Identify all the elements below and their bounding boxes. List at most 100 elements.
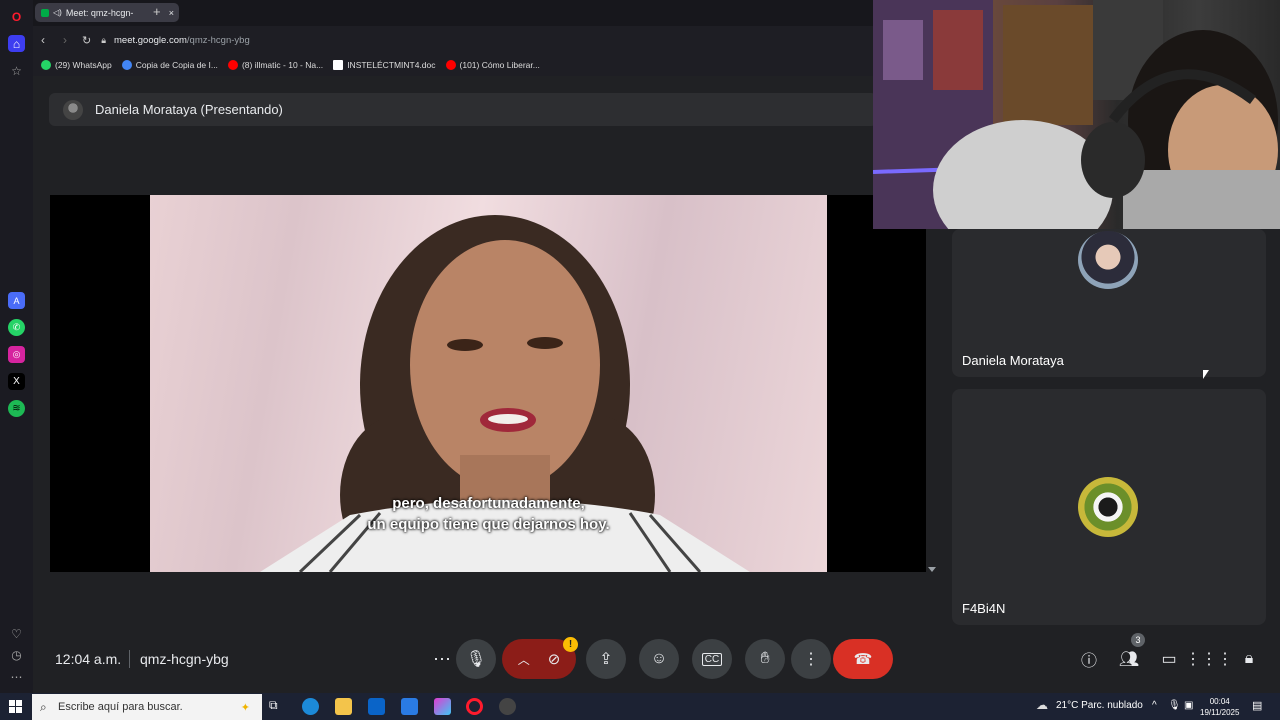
whatsapp-favicon-icon bbox=[41, 60, 51, 70]
chat-icon: ▭ bbox=[1161, 651, 1177, 668]
microphone-tray-icon[interactable]: 🎙︎ bbox=[1168, 700, 1181, 711]
ai-icon[interactable]: A bbox=[8, 292, 25, 309]
x-icon[interactable]: X bbox=[8, 373, 25, 390]
forward-icon[interactable]: › bbox=[63, 33, 67, 47]
avatar bbox=[1078, 477, 1138, 537]
tab-title: Meet: qmz-hcgn- bbox=[65, 7, 134, 18]
scrollbar[interactable] bbox=[928, 228, 936, 572]
bookmark-label: (101) Cómo Liberar... bbox=[459, 60, 540, 70]
docs-favicon-icon bbox=[121, 60, 132, 70]
weather-icon: ☁ bbox=[1036, 698, 1048, 712]
bookmark-item[interactable]: (101) Cómo Liberar... bbox=[445, 60, 540, 70]
lock-icon[interactable]: 🔒︎ bbox=[101, 35, 106, 46]
copilot-icon[interactable] bbox=[434, 698, 451, 715]
file-explorer-icon[interactable] bbox=[335, 698, 352, 715]
microphone-icon: 🎙︎ bbox=[465, 651, 487, 668]
webcam-image bbox=[873, 0, 1280, 229]
bookmark-label: (8) illmatic - 10 - Na... bbox=[241, 60, 324, 70]
tray-clock[interactable]: 00:04 19/11/2025 bbox=[1200, 696, 1239, 718]
bookmark-item[interactable]: Copia de Copia de I... bbox=[121, 60, 218, 70]
more-actions-button[interactable]: ⋮ bbox=[791, 639, 831, 679]
bookmark-item[interactable]: INSTELÉCTMINT4.doc bbox=[333, 60, 436, 70]
tray-time: 00:04 bbox=[1209, 697, 1230, 706]
home-icon[interactable]: ⌂ bbox=[8, 35, 25, 52]
store-icon[interactable] bbox=[401, 698, 418, 715]
activities-button[interactable]: ⋮⋮⋮ bbox=[1185, 648, 1233, 670]
presenter-bar: Daniela Morataya (Presentando) bbox=[49, 93, 877, 126]
chevron-up-icon[interactable]: ^ bbox=[1152, 700, 1157, 711]
youtube-favicon-icon bbox=[445, 60, 456, 70]
network-icon[interactable]: ▣ bbox=[1184, 700, 1193, 711]
participant-name: Daniela Morataya bbox=[962, 353, 1064, 368]
task-view-icon[interactable]: ⧉ bbox=[269, 698, 286, 715]
star-icon[interactable]: ☆ bbox=[8, 62, 25, 79]
info-icon: ⓘ bbox=[1080, 653, 1097, 670]
tab-strip: ◁) Meet: qmz-hcgn- × + bbox=[33, 0, 873, 26]
warning-badge: ! bbox=[563, 637, 578, 652]
subtitle-line: pero, desafortunadamente, bbox=[392, 495, 585, 512]
edge-icon[interactable] bbox=[302, 698, 319, 715]
bookmark-label: (29) WhatsApp bbox=[55, 60, 112, 70]
bookmarks-bar: (29) WhatsApp Copia de Copia de I... (8)… bbox=[33, 54, 873, 76]
tray-date: 19/11/2025 bbox=[1200, 708, 1240, 717]
history-icon[interactable]: ◷ bbox=[8, 646, 25, 663]
bookmark-item[interactable]: (29) WhatsApp bbox=[41, 60, 112, 70]
address-bar-row: ‹ › ↻ 🔒︎ meet.google.com/qmz-hcgn-ybg bbox=[33, 26, 873, 54]
participant-tile[interactable]: Daniela Morataya bbox=[952, 229, 1266, 377]
participant-tile[interactable]: F4Bi4N bbox=[952, 389, 1266, 625]
camera-off-icon: ⊘ bbox=[547, 651, 561, 668]
spotify-icon[interactable]: ≋ bbox=[8, 400, 25, 417]
divider bbox=[129, 650, 130, 668]
weather-text[interactable]: 21°C Parc. nublado bbox=[1056, 700, 1143, 711]
meeting-info-button[interactable]: ⓘ bbox=[1078, 648, 1100, 670]
instagram-icon[interactable]: ◎ bbox=[8, 346, 25, 363]
host-controls-button[interactable]: 🔒︎ bbox=[1238, 648, 1260, 670]
present-screen-button[interactable]: ⇪ bbox=[586, 639, 626, 679]
reactions-button[interactable]: ☺ bbox=[639, 639, 679, 679]
scroll-down-icon[interactable] bbox=[928, 567, 936, 572]
people-count-badge: 3 bbox=[1131, 633, 1145, 647]
leave-call-button[interactable]: ☎︎ bbox=[833, 639, 893, 679]
outlook-icon[interactable] bbox=[368, 698, 385, 715]
notifications-icon[interactable]: ▤ bbox=[1252, 699, 1262, 712]
chat-button[interactable]: ▭ bbox=[1158, 648, 1180, 670]
taskbar-search-input[interactable]: ⌕ Escribe aquí para buscar. ✦ bbox=[32, 694, 262, 720]
windows-start-icon[interactable] bbox=[9, 700, 22, 713]
presenter-label: Daniela Morataya (Presentando) bbox=[95, 102, 283, 117]
search-placeholder: Escribe aquí para buscar. bbox=[58, 701, 183, 713]
bookmark-item[interactable]: (8) illmatic - 10 - Na... bbox=[227, 60, 324, 70]
bookmark-label: INSTELÉCTMINT4.doc bbox=[347, 60, 436, 70]
address-host: meet.google.com bbox=[114, 34, 187, 46]
document-favicon-icon bbox=[333, 60, 344, 70]
microphone-button[interactable]: 🎙︎ bbox=[456, 639, 496, 679]
whatsapp-icon[interactable]: ✆ bbox=[8, 319, 25, 336]
captions-icon: CC bbox=[701, 652, 723, 666]
warning-badge-label: ! bbox=[568, 639, 573, 650]
speaker-icon: ◁) bbox=[53, 8, 62, 17]
subtitle-caption: pero, desafortunadamente, un equipo tien… bbox=[150, 493, 827, 535]
people-icon: 👥︎ bbox=[1118, 651, 1140, 668]
call-end-icon: ☎︎ bbox=[853, 651, 873, 668]
captions-button[interactable]: CC bbox=[692, 639, 732, 679]
emoji-icon: ☺ bbox=[650, 650, 668, 667]
opera-taskbar-icon[interactable] bbox=[466, 698, 483, 715]
app-taskbar-icon[interactable] bbox=[499, 698, 516, 715]
opera-logo-icon[interactable]: O bbox=[8, 8, 25, 25]
raise-hand-button[interactable]: ✋︎ bbox=[745, 639, 785, 679]
more-vert-icon: ⋮ bbox=[803, 651, 819, 668]
more-icon[interactable]: ⋯ bbox=[8, 668, 25, 685]
subtitle-line: un equipo tiene que dejarnos hoy. bbox=[367, 516, 610, 533]
people-button[interactable]: 👥︎ bbox=[1118, 648, 1140, 670]
shared-video[interactable]: pero, desafortunadamente, un equipo tien… bbox=[150, 195, 827, 572]
youtube-favicon-icon bbox=[227, 60, 238, 70]
participant-name: F4Bi4N bbox=[962, 601, 1006, 616]
heart-icon[interactable]: ♡ bbox=[8, 625, 25, 642]
new-tab-icon[interactable]: + bbox=[153, 4, 161, 19]
meet-favicon-icon bbox=[41, 8, 49, 17]
close-icon[interactable]: × bbox=[169, 8, 174, 18]
address-input[interactable]: meet.google.com/qmz-hcgn-ybg bbox=[114, 35, 250, 46]
reload-icon[interactable]: ↻ bbox=[82, 34, 91, 47]
webcam-overlay bbox=[873, 0, 1280, 229]
back-icon[interactable]: ‹ bbox=[41, 33, 45, 47]
chevron-up-icon: ︿ bbox=[517, 652, 530, 667]
